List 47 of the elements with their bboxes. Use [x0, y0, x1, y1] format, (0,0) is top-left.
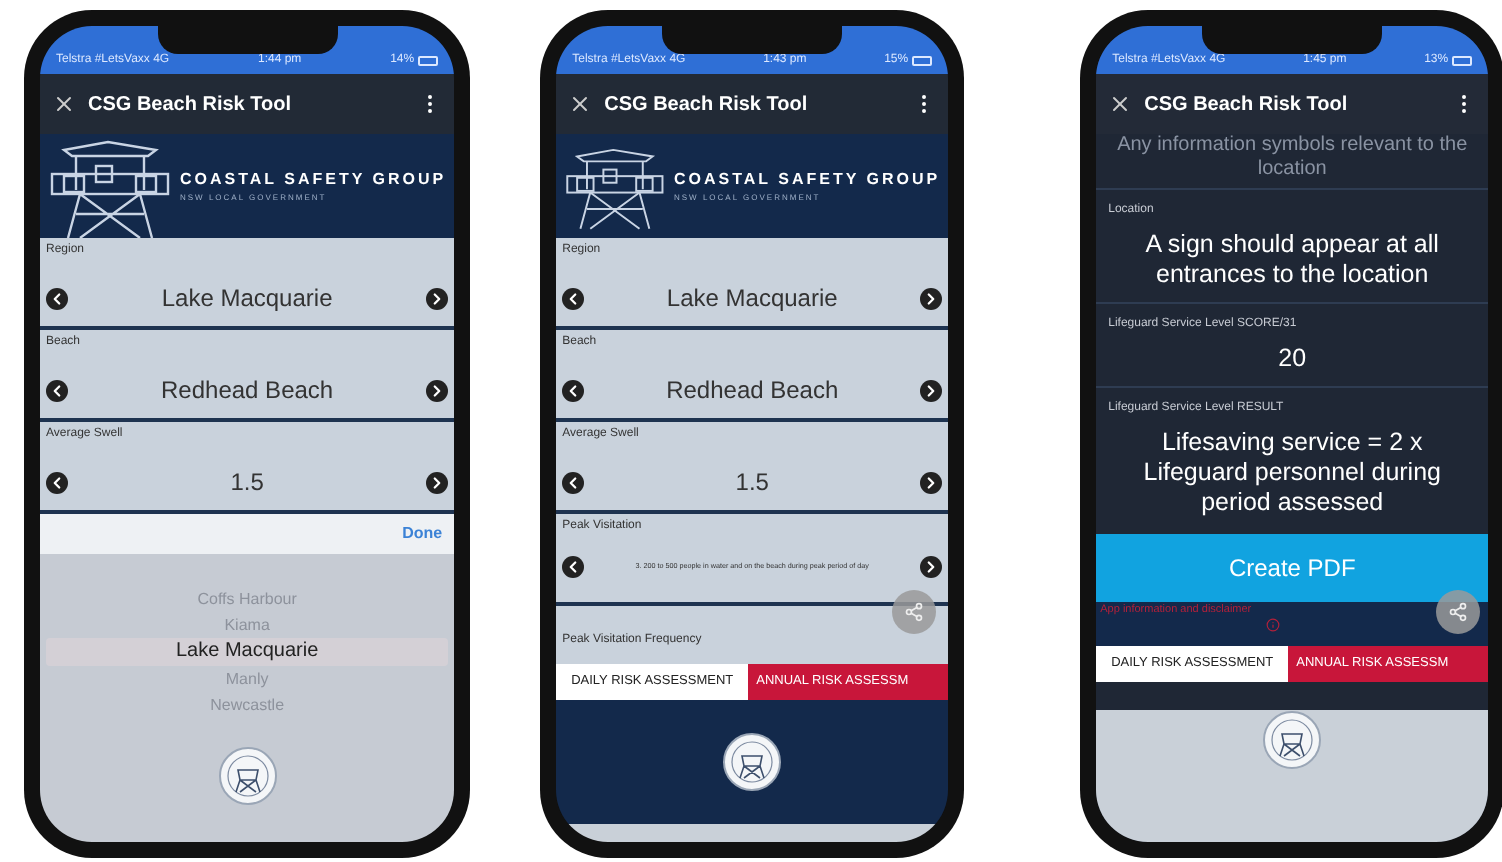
close-icon[interactable]	[568, 92, 593, 116]
field-value: Lake Macquarie	[159, 282, 335, 316]
field-value: 1.5	[733, 466, 771, 500]
battery-icon	[418, 56, 439, 66]
chevron-left-icon[interactable]	[46, 379, 68, 401]
picker-option[interactable]: Kiama	[46, 612, 449, 638]
chevron-left-icon[interactable]	[46, 471, 68, 493]
field-value: Redhead Beach	[159, 374, 336, 408]
section-value: A sign should appear at all entrances to the location	[1143, 230, 1441, 290]
app-title: CSG Beach Risk Tool	[1144, 91, 1350, 119]
chevron-left-icon[interactable]	[562, 287, 585, 309]
app-title: CSG Beach Risk Tool	[88, 91, 294, 119]
create-pdf-button[interactable]: Create PDF	[1096, 534, 1489, 602]
close-icon[interactable]	[1108, 92, 1133, 116]
picker-option[interactable]: Newcastle	[46, 692, 449, 718]
chevron-right-icon[interactable]	[920, 556, 943, 578]
chevron-right-icon[interactable]	[426, 379, 449, 401]
share-icon	[904, 602, 925, 622]
field-value: 1.5	[228, 466, 266, 500]
emblem-icon	[1262, 710, 1323, 770]
picker-option[interactable]: Lake Macquarie	[46, 638, 449, 666]
section-value: 20	[1276, 344, 1309, 374]
faded-heading: Any information symbols relevant to the location	[1115, 134, 1470, 184]
share-icon	[1448, 602, 1469, 622]
emblem-icon	[722, 732, 783, 792]
done-button[interactable]: Done	[402, 522, 443, 546]
section-value: Lifesaving service = 2 x Lifeguard personnel during period assessed	[1141, 428, 1443, 518]
picker-option[interactable]: Coffs Harbour	[46, 586, 449, 612]
field-value: Lake Macquarie	[664, 282, 840, 316]
battery-icon	[912, 56, 933, 66]
emblem-icon	[217, 746, 278, 806]
battery-icon	[1452, 56, 1473, 66]
brand-name: COASTAL SAFETY GROUP	[180, 168, 447, 192]
brand-name: COASTAL SAFETY GROUP	[674, 168, 941, 192]
chevron-right-icon[interactable]	[920, 379, 943, 401]
chevron-left-icon[interactable]	[562, 379, 585, 401]
chevron-left-icon[interactable]	[46, 287, 68, 309]
chevron-left-icon[interactable]	[562, 471, 585, 493]
app-title: CSG Beach Risk Tool	[604, 91, 810, 119]
chevron-right-icon[interactable]	[426, 471, 449, 493]
field-value: Redhead Beach	[664, 374, 841, 408]
chevron-right-icon[interactable]	[920, 287, 943, 309]
close-icon[interactable]	[52, 92, 76, 116]
picker-option[interactable]: Manly	[46, 666, 449, 692]
chevron-left-icon[interactable]	[562, 556, 585, 578]
chevron-right-icon[interactable]	[920, 471, 943, 493]
chevron-right-icon[interactable]	[426, 287, 449, 309]
